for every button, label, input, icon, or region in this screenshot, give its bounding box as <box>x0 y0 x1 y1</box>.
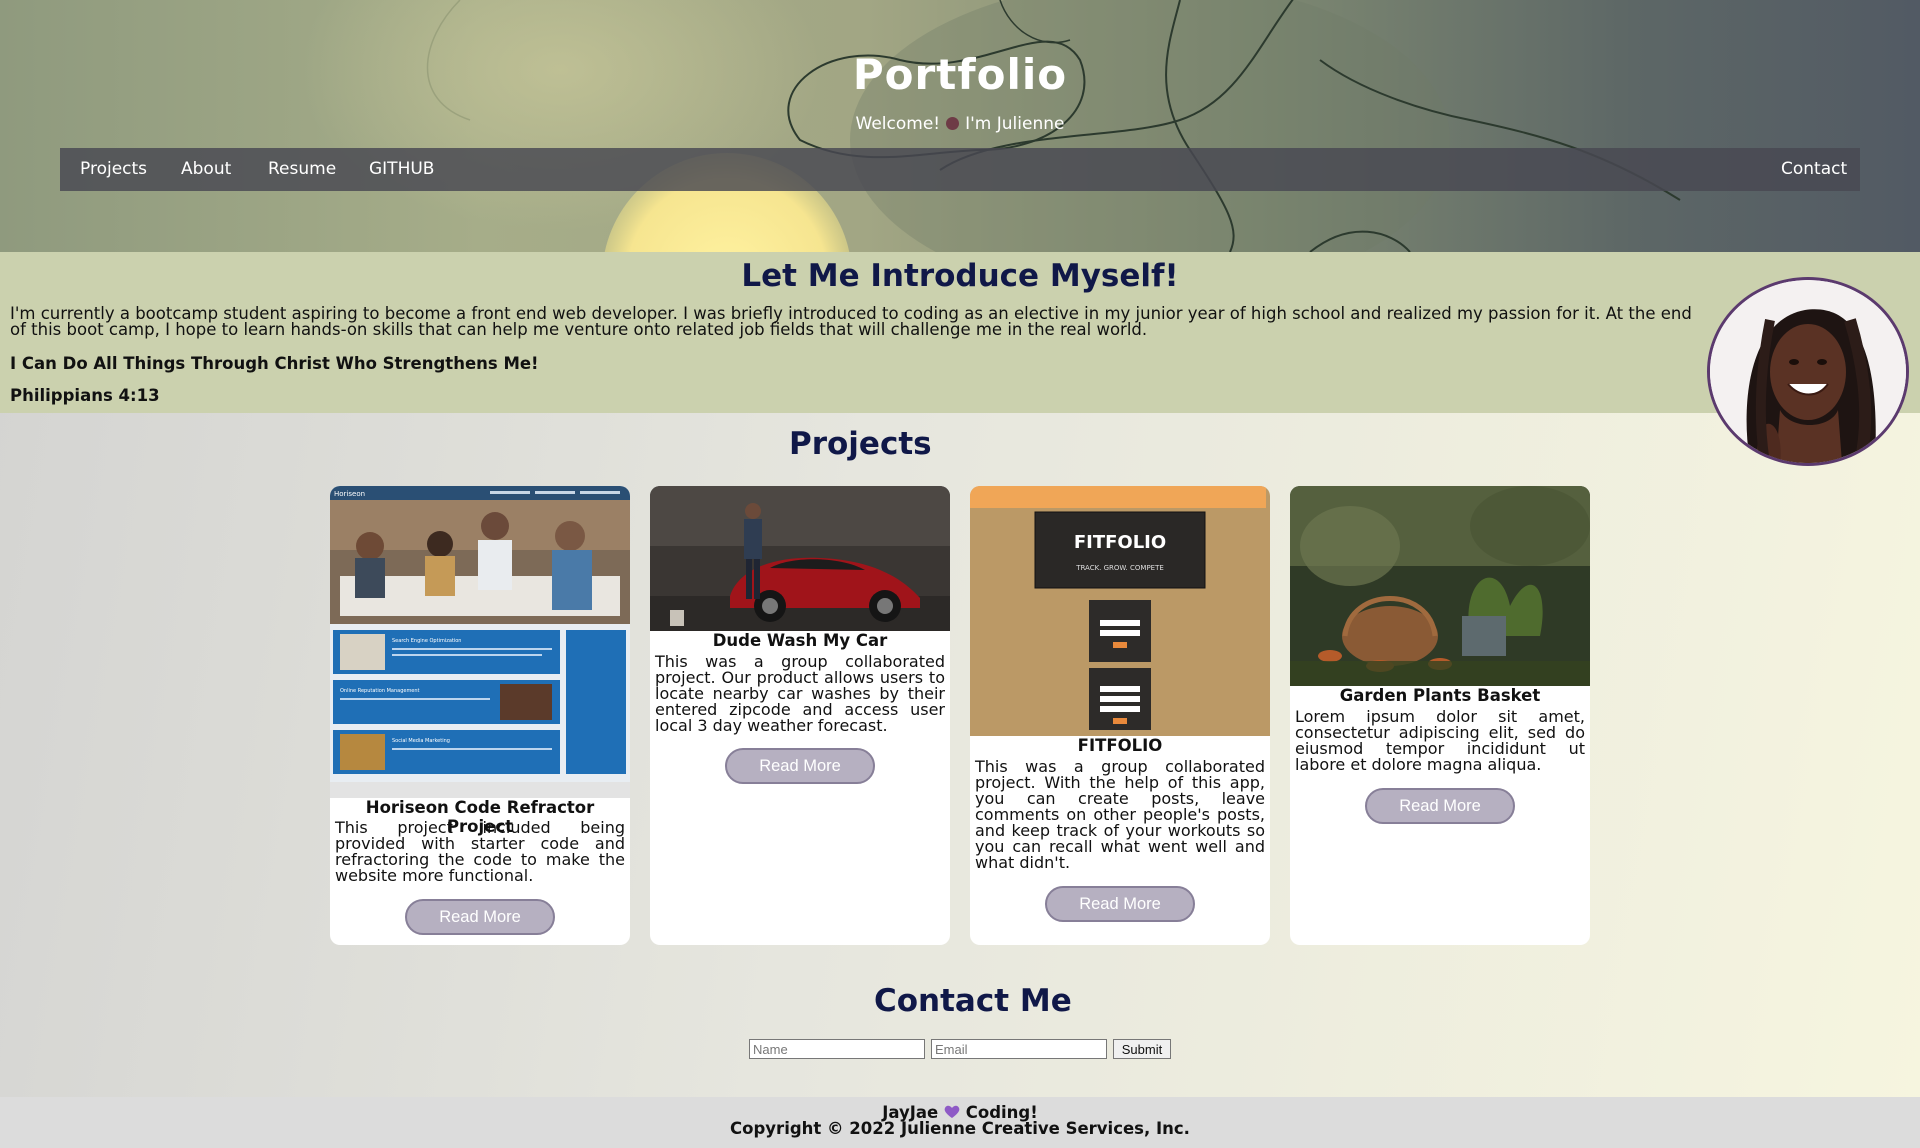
project-title: FITFOLIO <box>1077 736 1163 755</box>
project-title: Garden Plants Basket <box>1339 686 1541 705</box>
name-text: I'm Julienne <box>965 114 1065 134</box>
thumb-logo-text: FITFOLIO <box>1074 532 1166 553</box>
profile-avatar <box>1707 277 1909 466</box>
project-description: This project included being provided wit… <box>335 818 625 885</box>
thumb-section-text: Search Engine Optimization <box>392 638 461 644</box>
thumb-section-text: Online Reputation Management <box>340 688 420 694</box>
project-image-fitfolio[interactable]: FITFOLIO TRACK. GROW. COMPETE <box>970 486 1270 736</box>
thumb-section-text: Social Media Marketing <box>392 738 450 744</box>
email-input[interactable] <box>931 1039 1107 1059</box>
about-heading: Let Me Introduce Myself! <box>741 258 1179 294</box>
navbar: Projects About Resume GITHUB Contact <box>60 148 1860 191</box>
profile-photo <box>1710 280 1906 463</box>
bible-reference: Philippians 4:13 <box>10 386 160 405</box>
project-card-dude-wash: Dude Wash My Car This was a group collab… <box>650 486 950 945</box>
submit-button[interactable]: Submit <box>1113 1039 1171 1059</box>
project-image-garden[interactable] <box>1290 486 1590 686</box>
nav-link-contact[interactable]: Contact <box>1781 148 1847 191</box>
project-description: Lorem ipsum dolor sit amet, consectetur … <box>1295 707 1585 774</box>
thumb-tagline-text: TRACK. GROW. COMPETE <box>1075 564 1164 572</box>
thumb-header-text: Horiseon <box>334 490 365 498</box>
footer-copyright: Copyright © 2022 Julienne Creative Servi… <box>730 1119 1190 1138</box>
about-paragraph: I'm currently a bootcamp student aspirin… <box>10 304 1692 339</box>
nav-link-resume[interactable]: Resume <box>268 148 336 191</box>
nav-link-github[interactable]: GITHUB <box>369 148 434 191</box>
read-more-button[interactable]: Read More <box>725 748 875 784</box>
heart-icon <box>946 117 960 130</box>
project-card-fitfolio: FITFOLIO TRACK. GROW. COMPETE FITFOLIO T… <box>970 486 1270 945</box>
nav-link-projects[interactable]: Projects <box>80 148 147 191</box>
project-description: This was a group collaborated project. O… <box>655 652 945 735</box>
welcome-subtitle: Welcome! I'm Julienne <box>0 114 1920 134</box>
project-description: This was a group collaborated project. W… <box>975 757 1265 872</box>
contact-heading: Contact Me <box>874 983 1072 1019</box>
hero-header: Portfolio Welcome! I'm Julienne Projects … <box>0 0 1920 252</box>
name-input[interactable] <box>749 1039 925 1059</box>
project-title: Dude Wash My Car <box>712 631 888 650</box>
read-more-button[interactable]: Read More <box>1365 788 1515 824</box>
project-card-garden: Garden Plants Basket Lorem ipsum dolor s… <box>1290 486 1590 945</box>
projects-heading: Projects <box>789 426 932 462</box>
nav-link-about[interactable]: About <box>181 148 231 191</box>
project-image-dude-wash[interactable] <box>650 486 950 631</box>
read-more-button[interactable]: Read More <box>405 899 555 935</box>
project-image-horiseon[interactable]: Horiseon Search Engine Optimization Onli… <box>330 486 630 798</box>
about-section: Let Me Introduce Myself! I'm currently a… <box>0 252 1920 413</box>
page-title: Portfolio <box>852 50 1068 99</box>
footer: JayJae Coding! Copyright © 2022 Julienne… <box>0 1097 1920 1148</box>
purple-heart-icon <box>944 1105 960 1118</box>
read-more-button[interactable]: Read More <box>1045 886 1195 922</box>
bible-quote: I Can Do All Things Through Christ Who S… <box>10 354 539 373</box>
welcome-text: Welcome! <box>855 114 941 134</box>
project-card-horiseon: Horiseon Search Engine Optimization Onli… <box>330 486 630 945</box>
